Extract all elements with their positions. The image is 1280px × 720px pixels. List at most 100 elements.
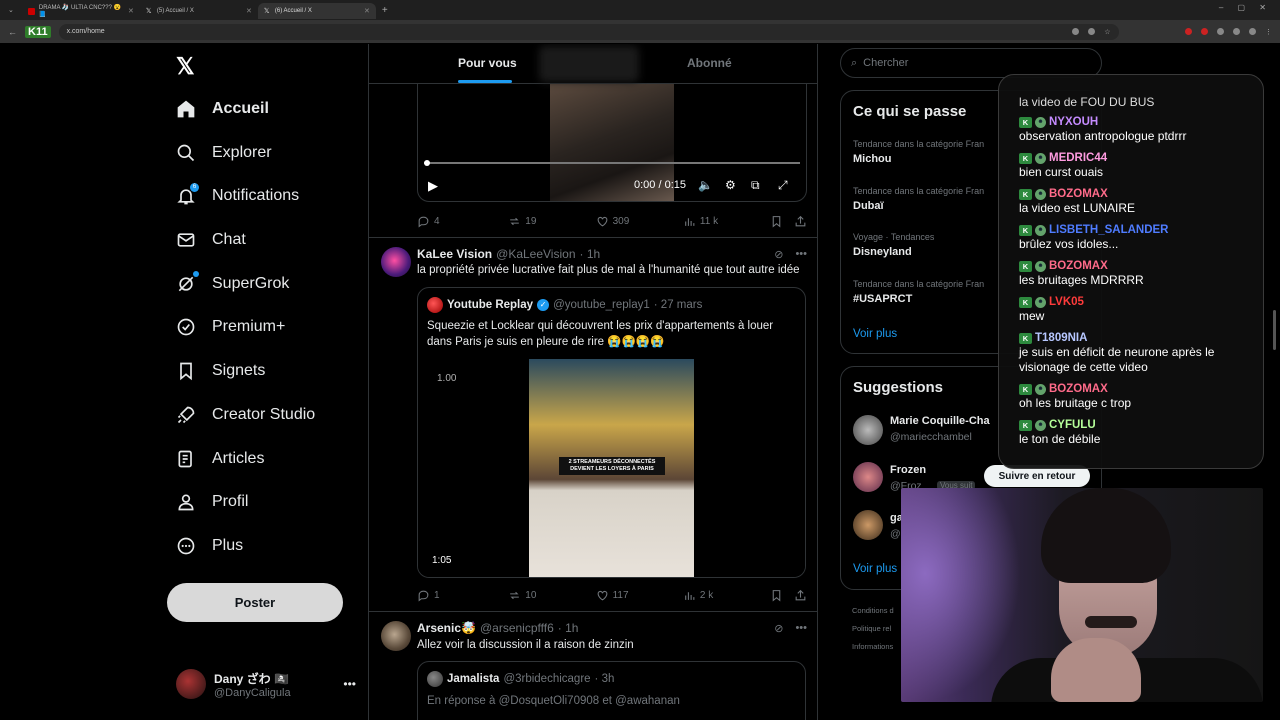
nav-item-home[interactable]: Accueil (176, 94, 269, 124)
url-field[interactable]: x.com/home ☆ (58, 23, 1119, 40)
footer-link-terms[interactable]: Conditions d (852, 606, 894, 615)
tweet-time[interactable]: · 1h (558, 621, 579, 635)
browser-tab-x-6[interactable]: 𝕏 (6) Accueil / X ✕ (257, 3, 376, 19)
share-button[interactable] (794, 215, 807, 228)
nav-item-chat[interactable]: Chat (176, 225, 246, 255)
avatar[interactable] (853, 510, 883, 540)
avatar[interactable] (853, 462, 883, 492)
reply-button[interactable]: 4 (417, 215, 508, 228)
nav-item-bookmarks[interactable]: Signets (176, 356, 265, 386)
tweet-time[interactable]: · 1h (580, 247, 601, 261)
views-button[interactable]: 2 k (683, 589, 770, 602)
chat-username: BOZOMAX (1049, 260, 1108, 272)
browser-tab-x-5[interactable]: 𝕏 (5) Accueil / X ✕ (140, 3, 258, 19)
post-button[interactable]: Poster (167, 583, 343, 622)
tweet-author-handle[interactable]: @arsenicpfff6 (480, 621, 554, 635)
extension-red-icon[interactable] (1185, 27, 1192, 35)
nav-item-label: Notifications (212, 187, 300, 204)
trend-name[interactable]: Disneyland (853, 246, 912, 258)
more-dots-icon[interactable]: ••• (343, 677, 356, 691)
grok-icon[interactable]: ⊘ (774, 622, 783, 635)
extension-red-icon[interactable] (1201, 27, 1208, 35)
suggestion-name[interactable]: Frozen (890, 464, 926, 476)
browser-tab-youtube[interactable]: DRAMA 🧦 ULTIA CNC??? 😮📘 ✕ (22, 3, 140, 19)
page-scrollbar[interactable] (1273, 310, 1276, 350)
cast-icon[interactable] (1072, 27, 1080, 35)
tweet-author-name[interactable]: Arsenic🤯 (417, 621, 476, 635)
tweet-author-name[interactable]: KaLee Vision (417, 247, 492, 261)
like-button[interactable]: 117 (596, 589, 683, 602)
video-progress-bar[interactable] (424, 160, 800, 166)
repost-button[interactable]: 19 (508, 215, 595, 228)
stream-chat-overlay: la video de FOU DU BUS K ☻ NYXOUH observat… (998, 74, 1264, 469)
avatar[interactable] (381, 621, 411, 651)
nav-item-supergrok[interactable]: SuperGrok (176, 269, 289, 299)
menu-dots-icon[interactable]: ⋮ (1265, 28, 1272, 36)
see-more-link[interactable]: Voir plus (853, 328, 897, 340)
repost-button[interactable]: 10 (508, 589, 595, 602)
extension-icon[interactable] (1217, 27, 1224, 35)
tweet-author-handle[interactable]: @KaLeeVision (496, 247, 575, 261)
trend-name[interactable]: Dubaï (853, 200, 884, 212)
footer-link-info[interactable]: Informations (852, 642, 893, 651)
avatar[interactable] (381, 247, 411, 277)
back-arrow-icon[interactable]: ← (8, 27, 17, 37)
chat-user-row: K ☻ LVK05 (1019, 295, 1259, 309)
settings-gear-icon[interactable]: ⚙ (725, 178, 736, 192)
close-tab-icon[interactable]: ✕ (246, 7, 252, 15)
quoted-tweet[interactable]: Jamalista @3rbidechicagre · 3h En répons… (417, 661, 806, 720)
see-more-link[interactable]: Voir plus (853, 563, 897, 575)
footer-link-privacy[interactable]: Politique rel (852, 624, 891, 633)
video-player[interactable]: ▶ 0:00 / 0:15 🔈 ⚙ ⧉ ⤢ (417, 84, 807, 202)
nav-item-label: SuperGrok (212, 275, 290, 292)
reply-button[interactable]: 1 (417, 589, 508, 602)
tab-list-chevron-icon[interactable]: ⌄ (8, 6, 14, 14)
trend-name[interactable]: Michou (853, 153, 892, 165)
star-icon[interactable]: ☆ (1104, 28, 1110, 36)
quote-text: Squeezie et Locklear qui découvrent les … (427, 320, 774, 348)
progress-handle[interactable] (424, 160, 430, 166)
quote-video[interactable]: 1.00 2 STREAMEURS DÉCONNECTÉS DEVIENT LE… (418, 359, 805, 577)
puzzle-icon[interactable] (1233, 27, 1240, 35)
suggestion-name[interactable]: Marie Coquille-Cha (890, 415, 990, 427)
close-tab-icon[interactable]: ✕ (364, 7, 370, 15)
nav-item-more[interactable]: Plus (176, 531, 243, 561)
bookmark-button[interactable] (770, 589, 794, 602)
bookmark-button[interactable] (770, 215, 794, 228)
grok-icon[interactable]: ⊘ (774, 248, 783, 261)
pip-icon[interactable]: ⧉ (751, 178, 760, 193)
close-tab-icon[interactable]: ✕ (128, 7, 134, 15)
nav-item-articles[interactable]: Articles (176, 444, 264, 474)
fullscreen-icon[interactable]: ⤢ (778, 178, 788, 193)
nav-item-creator-studio[interactable]: Creator Studio (176, 400, 315, 430)
nav-item-premium[interactable]: Premium+ (176, 312, 285, 342)
avatar[interactable] (853, 415, 883, 445)
volume-icon[interactable]: 🔈 (698, 178, 713, 192)
chat-line: K ☻ MEDRIC44 bien curst ouais (1019, 151, 1259, 180)
webcam-hair (1041, 488, 1171, 583)
more-dots-icon[interactable]: ••• (795, 248, 807, 261)
nav-item-explore[interactable]: Explorer (176, 138, 272, 168)
more-dots-icon[interactable]: ••• (795, 622, 807, 635)
trend-name[interactable]: #USAPRCT (853, 293, 912, 305)
quoted-tweet[interactable]: Youtube Replay ✓ @youtube_replay1 · 27 m… (417, 287, 806, 578)
nav-item-profile[interactable]: Profil (176, 487, 248, 517)
views-button[interactable]: 11 k (683, 215, 770, 228)
chat-line: K ☻ LVK05 mew (1019, 295, 1259, 324)
view-count: 11 k (699, 215, 719, 227)
view-count: 2 k (699, 589, 714, 601)
browser-tab-label: (5) Accueil / X (156, 8, 194, 14)
zoom-icon[interactable] (1088, 27, 1096, 35)
play-icon[interactable]: ▶ (428, 178, 438, 194)
profile-avatar-icon[interactable] (1249, 27, 1256, 35)
tab-for-you[interactable]: Pour vous (458, 56, 517, 70)
window-controls[interactable]: – ▢ ✕ (1219, 3, 1272, 12)
share-button[interactable] (794, 589, 807, 602)
account-switcher[interactable]: Dany ざわ 🏴‍☠️ @DanyCaligula ••• (176, 669, 356, 699)
like-button[interactable]: 309 (596, 215, 683, 228)
x-logo-icon[interactable]: 𝕏 (176, 53, 195, 80)
tab-following[interactable]: Abonné (687, 56, 732, 70)
nav-item-notifications[interactable]: 6 Notifications (176, 181, 299, 211)
new-tab-icon[interactable]: + (382, 5, 388, 16)
browser-tab-label: (6) Accueil / X (274, 8, 312, 14)
